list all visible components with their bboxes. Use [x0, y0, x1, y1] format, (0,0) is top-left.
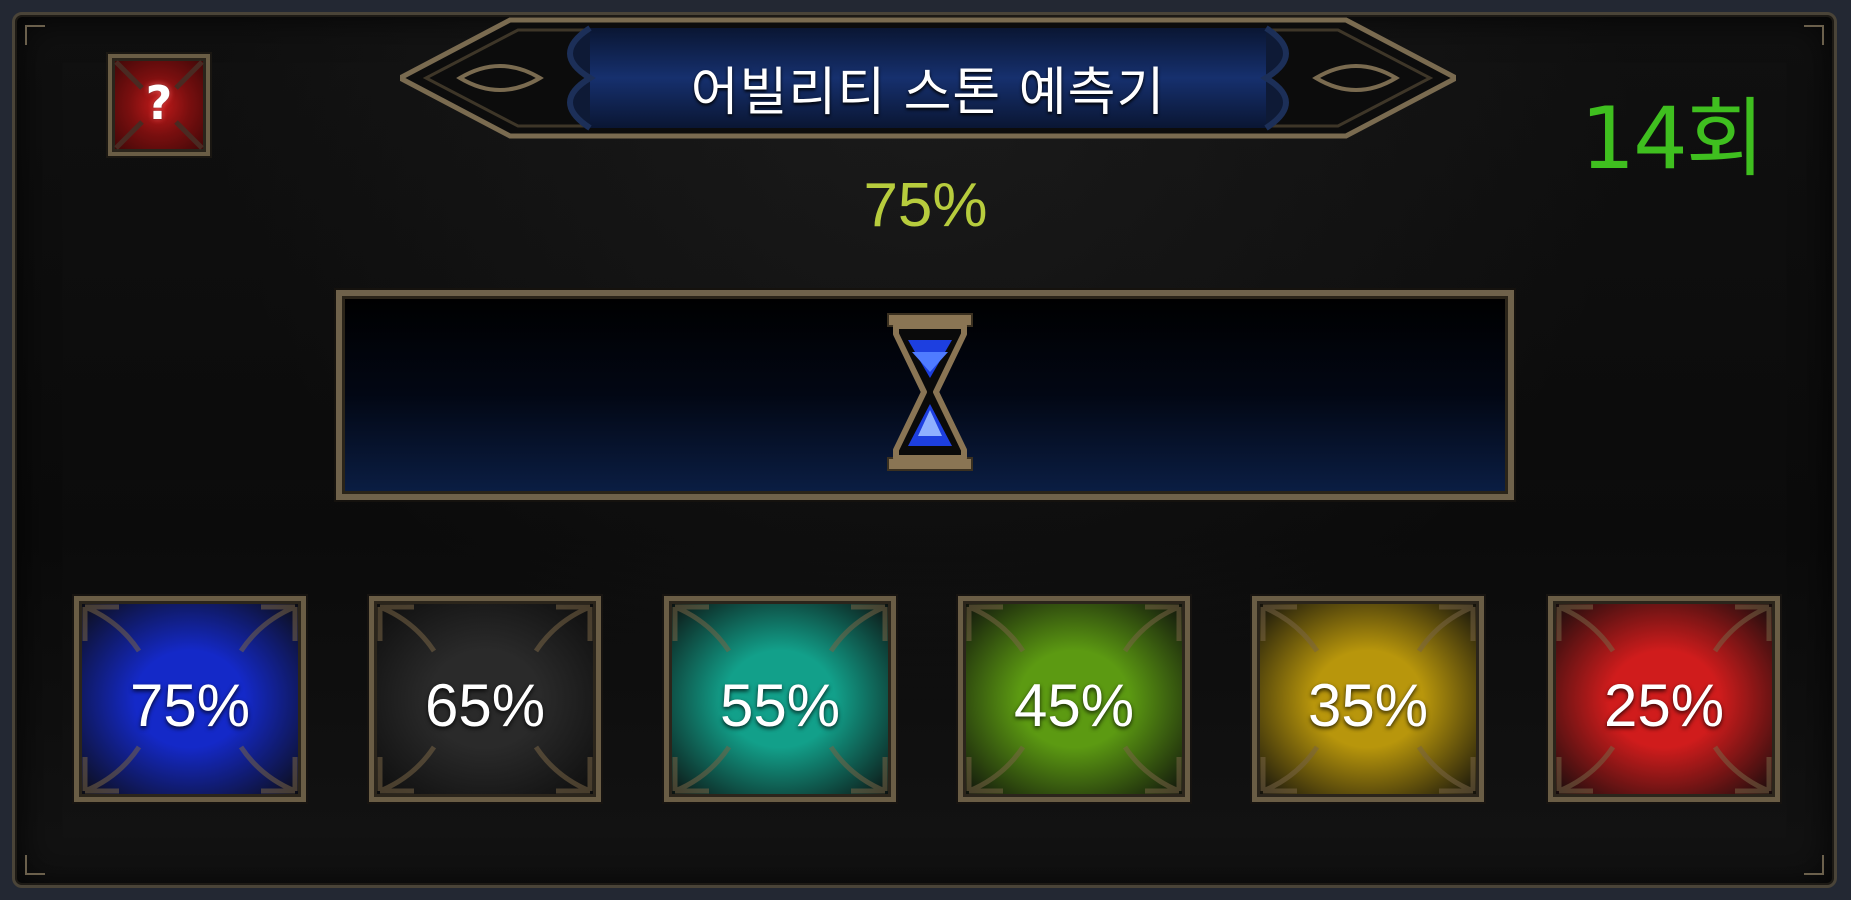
corner-ornament [25, 25, 45, 45]
page-title: 어빌리티 스톤 예측기 [690, 63, 1166, 123]
probability-label: 55% [719, 672, 841, 739]
probability-button[interactable]: 65% [369, 596, 601, 802]
question-mark-icon: ? [145, 76, 173, 130]
probability-label: 45% [1013, 672, 1135, 739]
window-frame: ? 어빌리티 스톤 예측기 14회 75% 75% 65% 55% 45% 35… [0, 0, 1851, 900]
corner-ornament [1804, 25, 1824, 45]
current-probability: 75% [863, 171, 988, 240]
status-bar [336, 290, 1514, 500]
probability-label: 65% [424, 672, 546, 739]
probability-button[interactable]: 45% [958, 596, 1190, 802]
probability-button[interactable]: 25% [1548, 596, 1780, 802]
probability-button[interactable]: 35% [1252, 596, 1484, 802]
corner-ornament [25, 855, 45, 875]
hourglass-icon [887, 313, 973, 471]
corner-ornament [1804, 855, 1824, 875]
probability-button[interactable]: 55% [664, 596, 896, 802]
probability-label: 25% [1603, 672, 1725, 739]
title-banner: 어빌리티 스톤 예측기 [400, 14, 1456, 142]
probability-label: 75% [129, 672, 251, 739]
probability-label: 35% [1307, 672, 1429, 739]
help-button[interactable]: ? [108, 54, 210, 156]
probability-button[interactable]: 75% [74, 596, 306, 802]
